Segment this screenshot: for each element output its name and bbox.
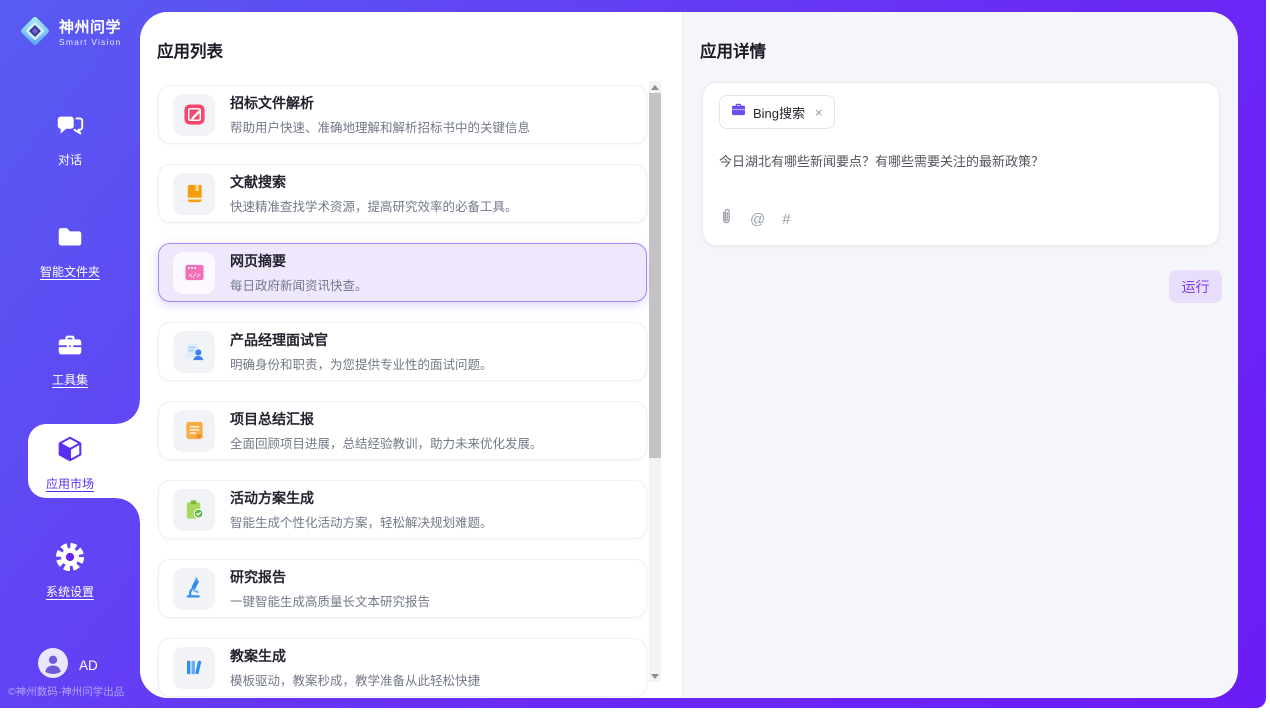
close-icon[interactable]: × bbox=[815, 105, 823, 120]
sidebar-item-label: 对话 bbox=[58, 151, 82, 168]
app-card-project-summary[interactable]: 项目总结汇报 全面回顾项目进展，总结经验教训，助力未来优化发展。 bbox=[158, 401, 647, 460]
brand-logo: 神州问学 Smart Vision bbox=[18, 14, 121, 53]
brand-subtitle: Smart Vision bbox=[59, 38, 121, 47]
query-text[interactable]: 今日湖北有哪些新闻要点？有哪些需要关注的最新政策？ bbox=[719, 152, 1203, 172]
app-title: 教案生成 bbox=[230, 646, 480, 666]
avatar bbox=[38, 648, 68, 683]
sidebar-item-app-market[interactable]: 应用市场 bbox=[0, 434, 140, 492]
app-card-webpage-summary[interactable]: </> 网页摘要 每日政府新闻资讯快查。 bbox=[158, 243, 647, 302]
scrollbar-thumb[interactable] bbox=[649, 93, 661, 458]
clipboard-check-icon bbox=[173, 489, 215, 531]
app-title: 文献搜索 bbox=[230, 172, 518, 192]
app-card-event-plan[interactable]: 活动方案生成 智能生成个性化活动方案，轻松解决规划难题。 bbox=[158, 480, 647, 539]
app-desc: 快速精准查找学术资源，提高研究效率的必备工具。 bbox=[230, 196, 518, 215]
mention-icon[interactable]: @ bbox=[750, 211, 765, 228]
copyright-text: ©神州数码·神州问学出品 bbox=[8, 684, 158, 699]
app-title: 产品经理面试官 bbox=[230, 330, 493, 350]
scroll-up-arrow-icon[interactable] bbox=[649, 81, 661, 93]
app-desc: 明确身份和职责，为您提供专业性的面试问题。 bbox=[230, 354, 493, 373]
app-desc: 帮助用户快速、准确地理解和解析招标书中的关键信息 bbox=[230, 117, 530, 136]
sidebar-item-label: 应用市场 bbox=[46, 475, 94, 492]
sidebar: 神州问学 Smart Vision 对话 智能文件夹 bbox=[0, 0, 140, 708]
tool-tag-label: Bing搜索 bbox=[753, 103, 805, 122]
run-button[interactable]: 运行 bbox=[1169, 270, 1222, 303]
app-title: 项目总结汇报 bbox=[230, 409, 543, 429]
app-card-literature-search[interactable]: 文献搜索 快速精准查找学术资源，提高研究效率的必备工具。 bbox=[158, 164, 647, 223]
edit-icon bbox=[173, 94, 215, 136]
interviewer-icon bbox=[173, 331, 215, 373]
app-detail-title: 应用详情 bbox=[700, 38, 766, 62]
app-list: 招标文件解析 帮助用户快速、准确地理解和解析招标书中的关键信息 文献搜索 bbox=[158, 85, 647, 697]
scroll-down-arrow-icon[interactable] bbox=[649, 670, 661, 682]
attachment-icon[interactable] bbox=[719, 208, 733, 230]
sidebar-item-label: 工具集 bbox=[52, 371, 88, 388]
app-title: 招标文件解析 bbox=[230, 93, 530, 113]
app-title: 研究报告 bbox=[230, 567, 430, 587]
sidebar-item-label: 系统设置 bbox=[46, 583, 94, 600]
chat-icon bbox=[55, 110, 85, 145]
content-area: 应用列表 招标文件解析 帮助用户快速、准确地理解和解析招标书中的关键信息 bbox=[140, 12, 1238, 698]
tool-tag-bing-search[interactable]: Bing搜索 × bbox=[719, 95, 835, 129]
webpage-code-icon: </> bbox=[173, 252, 215, 294]
app-detail-panel: 应用详情 Bing搜索 × 今日湖北有哪些新闻要点？有哪些需要关注的最新政策？ bbox=[683, 12, 1238, 698]
toolbox-icon bbox=[55, 330, 85, 365]
microscope-icon bbox=[173, 568, 215, 610]
gear-icon bbox=[55, 542, 85, 577]
user-account[interactable]: AD bbox=[38, 648, 98, 683]
brand-name: 神州问学 bbox=[59, 20, 121, 36]
app-desc: 模板驱动，教案秒成，教学准备从此轻松快捷 bbox=[230, 670, 480, 689]
prompt-composer[interactable]: Bing搜索 × 今日湖北有哪些新闻要点？有哪些需要关注的最新政策？ @ # bbox=[702, 82, 1220, 246]
sidebar-item-settings[interactable]: 系统设置 bbox=[0, 542, 140, 600]
app-desc: 一键智能生成高质量长文本研究报告 bbox=[230, 591, 430, 610]
book-icon bbox=[173, 173, 215, 215]
app-card-research-report[interactable]: 研究报告 一键智能生成高质量长文本研究报告 bbox=[158, 559, 647, 618]
composer-toolbar: @ # bbox=[719, 208, 791, 230]
app-card-bid-parse[interactable]: 招标文件解析 帮助用户快速、准确地理解和解析招标书中的关键信息 bbox=[158, 85, 647, 144]
code-glyph: </> bbox=[188, 271, 200, 279]
app-window: 神州问学 Smart Vision 对话 智能文件夹 bbox=[0, 0, 1270, 714]
app-desc: 全面回顾项目进展，总结经验教训，助力未来优化发展。 bbox=[230, 433, 543, 452]
sidebar-item-toolset[interactable]: 工具集 bbox=[0, 330, 140, 388]
app-desc: 智能生成个性化活动方案，轻松解决规划难题。 bbox=[230, 512, 493, 531]
app-list-panel: 应用列表 招标文件解析 帮助用户快速、准确地理解和解析招标书中的关键信息 bbox=[140, 12, 683, 698]
diamond-logo-icon bbox=[18, 14, 52, 53]
user-initials: AD bbox=[79, 658, 98, 673]
sidebar-item-chat[interactable]: 对话 bbox=[0, 110, 140, 168]
cube-icon bbox=[55, 434, 85, 469]
app-card-lesson-plan[interactable]: 教案生成 模板驱动，教案秒成，教学准备从此轻松快捷 bbox=[158, 638, 647, 697]
folder-icon bbox=[55, 222, 85, 257]
app-title: 网页摘要 bbox=[230, 251, 368, 271]
app-list-title: 应用列表 bbox=[157, 38, 223, 62]
app-desc: 每日政府新闻资讯快查。 bbox=[230, 275, 368, 294]
books-icon bbox=[173, 647, 215, 689]
hash-icon[interactable]: # bbox=[782, 211, 790, 228]
app-card-pm-interviewer[interactable]: 产品经理面试官 明确身份和职责，为您提供专业性的面试问题。 bbox=[158, 322, 647, 381]
memo-icon bbox=[173, 410, 215, 452]
sidebar-item-label: 智能文件夹 bbox=[40, 263, 100, 280]
briefcase-icon bbox=[731, 103, 746, 121]
app-title: 活动方案生成 bbox=[230, 488, 493, 508]
scrollbar[interactable] bbox=[649, 81, 661, 682]
sidebar-item-smart-folder[interactable]: 智能文件夹 bbox=[0, 222, 140, 280]
